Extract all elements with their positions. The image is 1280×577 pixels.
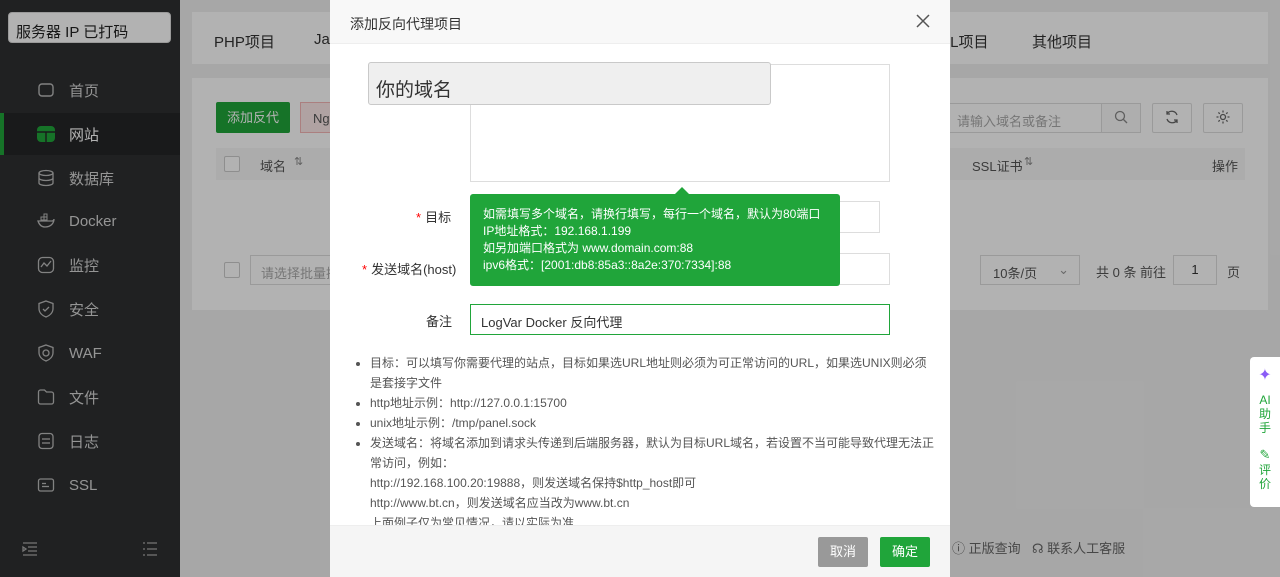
edit-icon: ✎	[1259, 447, 1271, 462]
tooltip-line: IP地址格式：192.168.1.199	[483, 224, 632, 238]
domain-placeholder-overlay[interactable]: 你的域名	[368, 62, 771, 105]
help-item: http://www.bt.cn，则发送域名应当改为www.bt.cn	[370, 496, 630, 510]
dialog-title: 添加反向代理项目	[350, 16, 462, 32]
tooltip-line: 如需填写多个域名，请换行填写，每行一个域名，默认为80端口	[483, 207, 821, 221]
help-item: 发送域名：将域名添加到请求头传递到后端服务器，默认为目标URL域名，若设置不当可…	[370, 433, 934, 473]
help-item: http地址示例：http://127.0.0.1:15700	[370, 393, 934, 413]
ai-assistant-widget[interactable]: ✦ AI 助手 ✎ 评价	[1250, 357, 1280, 507]
help-item: 目标：可以填写你需要代理的站点，目标如果选URL地址则必须为可正常访问的URL，…	[370, 353, 934, 393]
target-label: * 目标	[416, 210, 452, 225]
host-label-text: 发送域名(host)	[371, 262, 457, 277]
cancel-button[interactable]: 取消	[818, 537, 868, 567]
confirm-button[interactable]: 确定	[880, 537, 930, 567]
remark-input[interactable]: LogVar Docker 反向代理	[470, 304, 890, 335]
assistant-label: 助手	[1259, 407, 1272, 435]
tooltip-line: ipv6格式：[2001:db8:85a3::8a2e:370:7334]:88	[483, 258, 732, 272]
help-item: 上面例子仅为常见情况，请以实际为准	[370, 516, 575, 525]
host-label: * 发送域名(host)	[362, 262, 457, 277]
target-label-text: 目标	[425, 210, 452, 225]
dialog-footer: 取消 确定	[330, 525, 950, 577]
tooltip-line: 如另加端口格式为 www.domain.com:88	[483, 241, 694, 255]
domain-help-tooltip: 如需填写多个域名，请换行填写，每行一个域名，默认为80端口 IP地址格式：192…	[470, 187, 840, 286]
close-icon[interactable]	[914, 12, 932, 30]
ai-label: AI	[1259, 393, 1271, 407]
help-item: unix地址示例：/tmp/panel.sock	[370, 413, 934, 433]
remark-label: 备注	[426, 314, 453, 329]
review-label[interactable]: 评价	[1259, 463, 1271, 491]
help-item: http://192.168.100.20:19888，则发送域名保持$http…	[370, 476, 697, 490]
dialog-header: 添加反向代理项目	[330, 0, 950, 44]
help-notes: 目标：可以填写你需要代理的站点，目标如果选URL地址则必须为可正常访问的URL，…	[354, 353, 934, 525]
add-reverse-proxy-dialog: 添加反向代理项目 你的域名 * 目标 * 发送域名(host) 如需填写多个域名，请…	[330, 0, 950, 577]
robot-icon: ✦	[1258, 367, 1272, 384]
